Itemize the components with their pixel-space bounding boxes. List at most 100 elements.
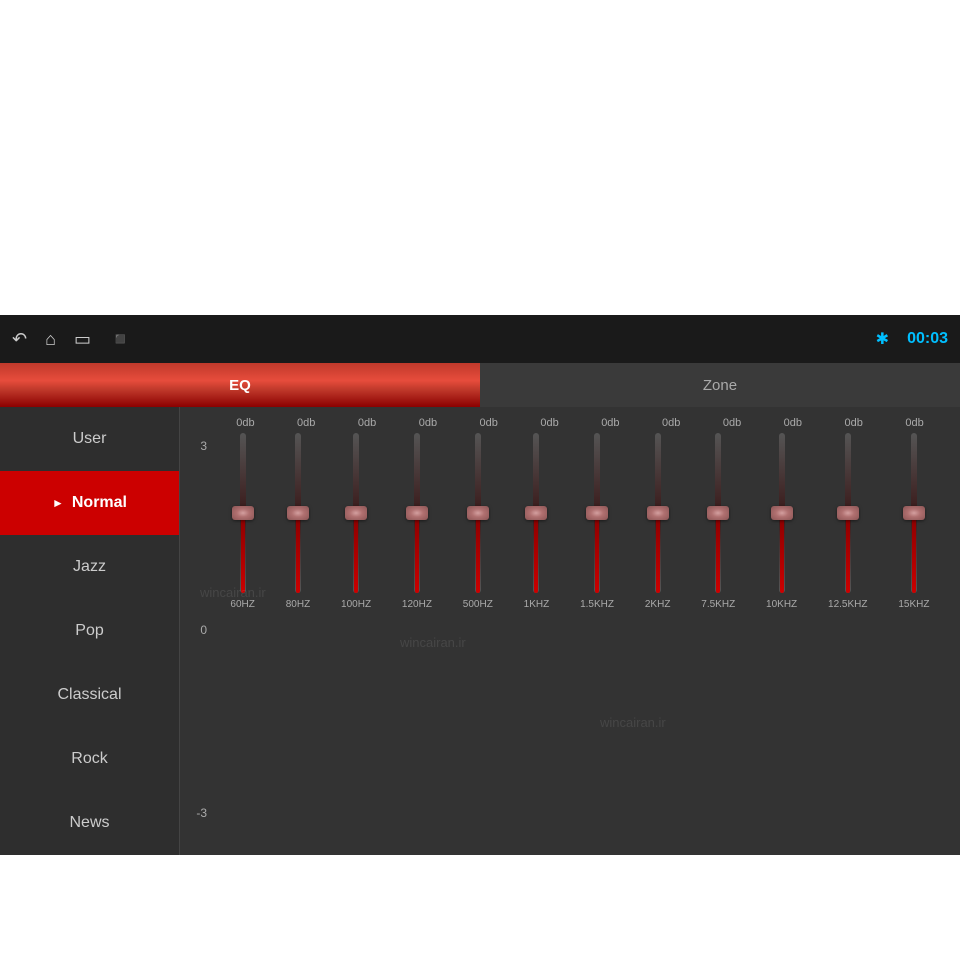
- main-content: User ► Normal Jazz Pop Classical Rock Ne…: [0, 407, 960, 855]
- slider-fill-100HZ: [354, 513, 358, 593]
- hz-label-100HZ: 100HZ: [341, 599, 371, 610]
- slider-thumb-10KHZ[interactable]: [771, 506, 793, 520]
- slider-track-80HZ[interactable]: [295, 433, 301, 593]
- slider-col-15KHZ: 15KHZ: [898, 433, 929, 610]
- eq-panel: 3 0 -3 0db0db0db0db0db0db0db0db0db0db0db…: [180, 407, 960, 855]
- sidebar-item-classical[interactable]: Classical: [0, 663, 179, 727]
- sidebar-item-news[interactable]: News: [0, 791, 179, 855]
- slider-thumb-60HZ[interactable]: [232, 506, 254, 520]
- slider-col-1.5KHZ: 1.5KHZ: [580, 433, 614, 610]
- hz-label-12.5KHZ: 12.5KHZ: [828, 599, 867, 610]
- slider-thumb-500HZ[interactable]: [467, 506, 489, 520]
- tab-bar: EQ Zone: [0, 363, 960, 407]
- sidebar-item-jazz[interactable]: Jazz: [0, 535, 179, 599]
- top-bar: ↶ ⌂ ▭ ◾ ✱ 00:03: [0, 315, 960, 363]
- tab-zone-label: Zone: [703, 377, 737, 394]
- hz-label-1KHZ: 1KHZ: [524, 599, 550, 610]
- slider-track-100HZ[interactable]: [353, 433, 359, 593]
- slider-track-15KHZ[interactable]: [911, 433, 917, 593]
- db-label-0: 0db: [215, 417, 275, 429]
- slider-fill-500HZ: [476, 513, 480, 593]
- slider-fill-2KHZ: [656, 513, 660, 593]
- y-label-minus3: -3: [196, 806, 207, 820]
- sidebar-item-normal[interactable]: ► Normal: [0, 471, 179, 535]
- hz-label-10KHZ: 10KHZ: [766, 599, 797, 610]
- slider-fill-60HZ: [241, 513, 245, 593]
- db-label-9: 0db: [763, 417, 823, 429]
- slider-fill-120HZ: [415, 513, 419, 593]
- sidebar-label-user: User: [73, 430, 107, 448]
- sidebar-label-rock: Rock: [71, 750, 107, 768]
- slider-track-1KHZ[interactable]: [533, 433, 539, 593]
- sidebar-label-jazz: Jazz: [73, 558, 106, 576]
- sliders-row: 60HZ 80HZ 100HZ 120HZ 500HZ 1KHZ 1.5KHZ 2KHZ 7.5…: [215, 433, 945, 610]
- sidebar-label-classical: Classical: [57, 686, 121, 704]
- slider-thumb-1.5KHZ[interactable]: [586, 506, 608, 520]
- slider-track-2KHZ[interactable]: [655, 433, 661, 593]
- slider-col-60HZ: 60HZ: [230, 433, 254, 610]
- db-label-7: 0db: [641, 417, 701, 429]
- tab-eq[interactable]: EQ: [0, 363, 480, 407]
- sidebar-item-user[interactable]: User: [0, 407, 179, 471]
- slider-track-7.5KHZ[interactable]: [715, 433, 721, 593]
- slider-thumb-120HZ[interactable]: [406, 506, 428, 520]
- hz-label-1.5KHZ: 1.5KHZ: [580, 599, 614, 610]
- db-label-4: 0db: [459, 417, 519, 429]
- slider-thumb-100HZ[interactable]: [345, 506, 367, 520]
- slider-col-10KHZ: 10KHZ: [766, 433, 797, 610]
- slider-col-500HZ: 500HZ: [463, 433, 493, 610]
- image-icon[interactable]: ◾: [109, 329, 131, 350]
- y-axis: 3 0 -3: [195, 417, 215, 850]
- slider-fill-7.5KHZ: [716, 513, 720, 593]
- slider-fill-10KHZ: [780, 513, 784, 593]
- slider-col-80HZ: 80HZ: [286, 433, 310, 610]
- hz-label-120HZ: 120HZ: [402, 599, 432, 610]
- hz-label-15KHZ: 15KHZ: [898, 599, 929, 610]
- hz-label-2KHZ: 2KHZ: [645, 599, 671, 610]
- slider-fill-80HZ: [296, 513, 300, 593]
- db-label-3: 0db: [398, 417, 458, 429]
- slider-fill-1.5KHZ: [595, 513, 599, 593]
- slider-thumb-80HZ[interactable]: [287, 506, 309, 520]
- slider-track-120HZ[interactable]: [414, 433, 420, 593]
- home-icon[interactable]: ⌂: [45, 329, 56, 350]
- slider-thumb-15KHZ[interactable]: [903, 506, 925, 520]
- db-label-1: 0db: [276, 417, 336, 429]
- slider-col-12.5KHZ: 12.5KHZ: [828, 433, 867, 610]
- slider-track-500HZ[interactable]: [475, 433, 481, 593]
- tab-zone[interactable]: Zone: [480, 363, 960, 407]
- slider-track-12.5KHZ[interactable]: [845, 433, 851, 593]
- slider-track-10KHZ[interactable]: [779, 433, 785, 593]
- time-display: 00:03: [907, 330, 948, 348]
- db-label-8: 0db: [702, 417, 762, 429]
- back-icon[interactable]: ↶: [12, 329, 27, 350]
- slider-thumb-12.5KHZ[interactable]: [837, 506, 859, 520]
- y-label-3: 3: [200, 439, 207, 453]
- sidebar-label-news: News: [69, 814, 109, 832]
- db-label-6: 0db: [580, 417, 640, 429]
- slider-track-60HZ[interactable]: [240, 433, 246, 593]
- sidebar-label-normal: Normal: [72, 494, 127, 512]
- slider-thumb-7.5KHZ[interactable]: [707, 506, 729, 520]
- hz-label-7.5KHZ: 7.5KHZ: [701, 599, 735, 610]
- db-label-5: 0db: [520, 417, 580, 429]
- eq-scale: 3 0 -3 0db0db0db0db0db0db0db0db0db0db0db…: [195, 417, 945, 850]
- play-icon-normal: ►: [52, 496, 64, 510]
- slider-col-7.5KHZ: 7.5KHZ: [701, 433, 735, 610]
- slider-track-1.5KHZ[interactable]: [594, 433, 600, 593]
- sidebar-item-rock[interactable]: Rock: [0, 727, 179, 791]
- sidebar-item-pop[interactable]: Pop: [0, 599, 179, 663]
- db-label-11: 0db: [885, 417, 945, 429]
- db-label-10: 0db: [824, 417, 884, 429]
- slider-col-1KHZ: 1KHZ: [524, 433, 550, 610]
- slider-thumb-2KHZ[interactable]: [647, 506, 669, 520]
- slider-col-2KHZ: 2KHZ: [645, 433, 671, 610]
- slider-col-100HZ: 100HZ: [341, 433, 371, 610]
- slider-fill-12.5KHZ: [846, 513, 850, 593]
- sliders-area: 0db0db0db0db0db0db0db0db0db0db0db0db 60H…: [215, 417, 945, 610]
- slider-thumb-1KHZ[interactable]: [525, 506, 547, 520]
- db-label-2: 0db: [337, 417, 397, 429]
- window-icon[interactable]: ▭: [74, 329, 91, 350]
- db-labels-row: 0db0db0db0db0db0db0db0db0db0db0db0db: [215, 417, 945, 429]
- slider-fill-1KHZ: [534, 513, 538, 593]
